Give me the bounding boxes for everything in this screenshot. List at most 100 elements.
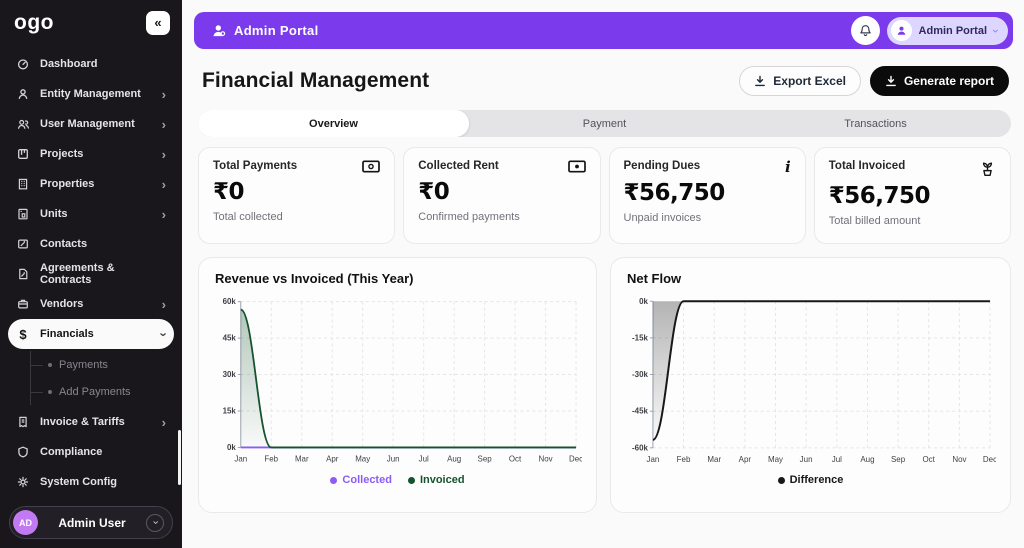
chart-card-net-flow: Net Flow -60k -45k -30k -15k 0k Jan Feb Mar Apr Ma… <box>610 257 1011 513</box>
brand: Admin Portal <box>212 23 319 38</box>
sidebar-item-entity-management[interactable]: Entity Management › <box>8 79 174 109</box>
sidebar-item-label: User Management <box>40 118 135 130</box>
user-menu[interactable]: AD Admin User › <box>9 506 173 539</box>
sidebar-item-label: Contacts <box>40 238 88 250</box>
legend-label: Difference <box>789 474 844 486</box>
bullet-icon <box>48 362 52 367</box>
svg-text:60k: 60k <box>223 297 237 306</box>
tab-overview[interactable]: Overview <box>198 110 469 137</box>
download-icon <box>754 75 766 87</box>
stat-card-header: Pending Dues i <box>623 160 791 175</box>
download-icon <box>885 75 897 87</box>
avatar: AD <box>13 510 38 535</box>
svg-text:-60k: -60k <box>632 443 649 452</box>
stat-card-total-invoiced: Total Invoiced ₹56,750 Total billed amount <box>813 147 1011 244</box>
stat-subtitle: Total collected <box>213 211 283 223</box>
svg-text:Aug: Aug <box>447 454 461 463</box>
legend-item-invoiced[interactable]: Invoiced <box>407 474 465 486</box>
sidebar-item-label: Properties <box>40 178 95 190</box>
sidebar-item-label: Projects <box>40 148 84 160</box>
stat-card-total-payments: Total Payments ₹0 Total collected <box>198 147 396 244</box>
svg-text:Sep: Sep <box>891 455 906 464</box>
person-icon <box>890 20 912 41</box>
sidebar-item-label: Dashboard <box>40 58 98 70</box>
sidebar-item-units[interactable]: Units › <box>8 199 174 229</box>
page-title: Financial Management <box>202 69 430 92</box>
svg-text:Nov: Nov <box>539 454 553 463</box>
chevron-down-icon: › <box>989 28 1003 33</box>
stat-cards: Total Payments ₹0 Total collected Collected… <box>198 147 1011 244</box>
sidebar-item-system-config[interactable]: System Config <box>8 467 174 497</box>
sidebar-collapse-button[interactable]: « <box>146 11 170 35</box>
sidebar-item-compliance[interactable]: Compliance <box>8 437 174 467</box>
sidebar-item-label: System Config <box>40 476 118 488</box>
briefcase-icon <box>16 298 30 310</box>
sidebar-subitem-payments[interactable]: Payments <box>31 351 182 378</box>
chevron-right-icon: › <box>161 86 166 102</box>
gauge-icon <box>16 58 30 70</box>
svg-text:Jul: Jul <box>832 455 842 464</box>
chart-title: Net Flow <box>627 271 682 286</box>
legend-dot-icon <box>407 476 415 484</box>
sidebar-item-financials[interactable]: $ Financials › <box>8 319 174 349</box>
contact-icon <box>16 238 30 250</box>
chevron-right-icon: › <box>161 206 166 222</box>
stat-title: Pending Dues <box>623 160 701 172</box>
topbar-actions: Admin Portal › <box>850 16 1008 45</box>
svg-text:Jan: Jan <box>646 455 659 464</box>
svg-text:Nov: Nov <box>952 455 966 464</box>
legend-item-difference[interactable]: Difference <box>777 474 844 486</box>
stat-card-header: Collected Rent <box>418 160 586 173</box>
sidebar-item-contacts[interactable]: Contacts <box>8 229 174 259</box>
svg-text:Sep: Sep <box>478 454 493 463</box>
svg-text:Dec: Dec <box>569 454 582 463</box>
stat-title: Collected Rent <box>418 160 499 172</box>
tab-transactions[interactable]: Transactions <box>740 110 1011 137</box>
svg-text:Apr: Apr <box>739 455 752 464</box>
svg-text:Mar: Mar <box>295 454 309 463</box>
sidebar-subitem-add-payments[interactable]: Add Payments <box>31 378 182 405</box>
sidebar-scrollbar[interactable] <box>178 430 181 485</box>
tab-payment[interactable]: Payment <box>469 110 740 137</box>
page-actions: Export Excel Generate report <box>739 66 1009 96</box>
svg-text:May: May <box>355 454 370 463</box>
generate-report-button[interactable]: Generate report <box>869 66 1009 96</box>
profile-menu[interactable]: Admin Portal › <box>886 16 1008 45</box>
sidebar-item-properties[interactable]: Properties › <box>8 169 174 199</box>
svg-text:0k: 0k <box>227 443 236 452</box>
banknote-icon <box>362 160 381 173</box>
stat-value: ₹56,750 <box>828 183 931 209</box>
sidebar-item-agreements-contracts[interactable]: Agreements & Contracts <box>8 259 174 289</box>
sidebar-header: ogo « <box>0 0 182 41</box>
chevron-right-icon: › <box>161 146 166 162</box>
sidebar-item-dashboard[interactable]: Dashboard <box>8 49 174 79</box>
person-icon <box>16 88 30 100</box>
sidebar-item-projects[interactable]: Projects › <box>8 139 174 169</box>
legend-label: Invoiced <box>419 474 465 486</box>
banknote-dot-icon <box>567 160 586 173</box>
stat-subtitle: Unpaid invoices <box>623 212 702 224</box>
net-flow-chart: -60k -45k -30k -15k 0k Jan Feb Mar Apr May Jun Jul A… <box>632 297 997 464</box>
svg-text:Jun: Jun <box>800 455 813 464</box>
main-content: Admin Portal Admin Portal › Financial Ma… <box>182 0 1024 548</box>
charts-row: Revenue vs Invoiced (This Year) 0k 15k 30k 4… <box>198 257 1011 513</box>
legend-item-collected[interactable]: Collected <box>330 474 392 486</box>
sidebar-submenu-financials: Payments Add Payments <box>30 351 182 405</box>
stat-card-header: Total Payments <box>213 160 381 173</box>
sidebar-item-invoice-tariffs[interactable]: Invoice & Tariffs › <box>8 407 174 437</box>
sidebar-item-user-management[interactable]: User Management › <box>8 109 174 139</box>
sidebar-item-vendors[interactable]: Vendors › <box>8 289 174 319</box>
svg-text:-30k: -30k <box>632 370 649 379</box>
export-excel-button[interactable]: Export Excel <box>739 66 861 96</box>
chevron-right-icon: › <box>161 296 166 312</box>
sidebar-subitem-label: Add Payments <box>59 385 131 398</box>
chevron-down-icon: › <box>156 331 172 337</box>
notifications-button[interactable] <box>850 16 880 45</box>
svg-text:30k: 30k <box>223 370 237 379</box>
svg-text:Jul: Jul <box>419 454 429 463</box>
tabs: Overview Payment Transactions <box>198 110 1011 137</box>
info-icon[interactable]: i <box>785 160 791 175</box>
svg-text:Aug: Aug <box>860 455 874 464</box>
stat-subtitle: Total billed amount <box>828 215 921 227</box>
svg-text:Feb: Feb <box>677 455 691 464</box>
